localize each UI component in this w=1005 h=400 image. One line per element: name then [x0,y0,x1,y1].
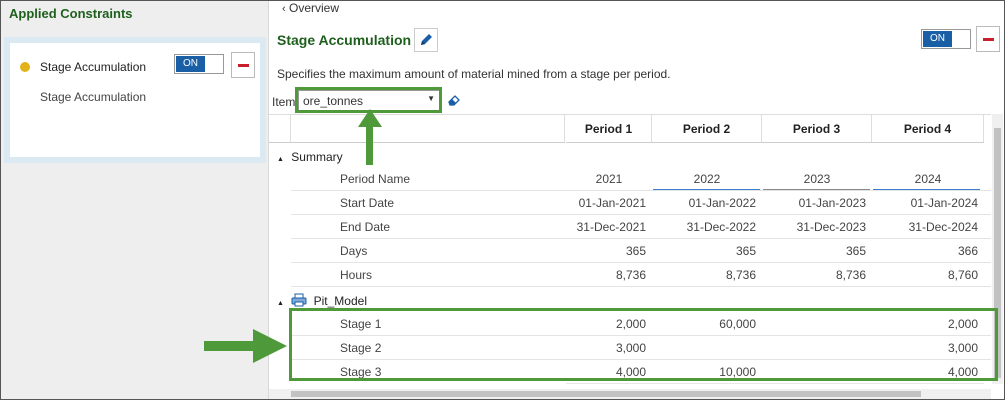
row-label: Start Date [340,196,395,210]
cell[interactable]: 31-Dec-2023 [762,215,872,239]
right-arrow-icon [253,329,287,363]
constraint-toggle[interactable]: ON [174,54,224,74]
eraser-icon[interactable] [447,94,461,106]
status-dot-icon [20,62,30,72]
cell[interactable]: 2022 [652,167,762,191]
row-divider [291,286,991,287]
cell[interactable]: 365 [566,239,652,263]
cell[interactable]: 31-Dec-2022 [652,215,762,239]
cell[interactable]: 8,760 [872,263,984,287]
table-row: Period Name 2021 2022 2023 2024 [269,167,991,191]
minus-icon [238,64,249,67]
horizontal-scrollbar[interactable] [269,389,991,399]
row-label: Hours [340,268,373,282]
applied-constraints-title: Applied Constraints [9,6,133,21]
constraint-card-selection: Stage Accumulation Stage Accumulation ON [4,37,266,163]
chevron-left-icon: ‹ [282,3,286,15]
cell[interactable]: 2024 [872,167,984,191]
back-label: Overview [289,1,340,15]
table-row: End Date 31-Dec-2021 31-Dec-2022 31-Dec-… [269,215,991,239]
column-header-period-1[interactable]: Period 1 [566,115,652,143]
table-row: Start Date 01-Jan-2021 01-Jan-2022 01-Ja… [269,191,991,215]
pencil-icon [421,34,432,45]
summary-group[interactable]: ▲ Summary [277,150,343,164]
item-label: Item [272,95,296,109]
cell[interactable]: 2023 [762,167,872,191]
column-header-period-4[interactable]: Period 4 [872,115,984,143]
minus-icon [983,38,994,41]
cell[interactable]: 8,736 [762,263,872,287]
cell[interactable]: 2021 [566,167,652,191]
cell[interactable]: 365 [652,239,762,263]
pit-model-group[interactable]: ▲ Pit_Model [277,293,367,308]
main-remove-button[interactable] [976,26,1000,52]
constraint-name: Stage Accumulation [40,60,147,74]
cell[interactable]: 8,736 [652,263,762,287]
main-toggle[interactable]: ON [921,29,971,49]
constraint-subtitle: Stage Accumulation [40,90,147,104]
horizontal-scroll-thumb[interactable] [291,391,921,397]
table-row: Hours 8,736 8,736 8,736 8,760 [269,263,991,287]
cell[interactable]: 366 [872,239,984,263]
cell[interactable]: 31-Dec-2021 [566,215,652,239]
collapse-icon: ▲ [277,300,284,307]
column-header-period-2[interactable]: Period 2 [652,115,762,143]
row-header-spacer [269,115,291,143]
column-header-period-3[interactable]: Period 3 [762,115,872,143]
window-frame: Applied Constraints Stage Accumulation S… [0,0,1005,400]
description: Specifies the maximum amount of material… [277,67,671,81]
cell[interactable]: 365 [762,239,872,263]
constraint-card[interactable]: Stage Accumulation Stage Accumulation ON [10,43,260,157]
up-arrow-icon [358,109,382,127]
edit-button[interactable] [414,28,438,52]
cell[interactable]: 01-Jan-2022 [652,191,762,215]
cell[interactable]: 8,736 [566,263,652,287]
page-title: Stage Accumulation [277,32,412,48]
pit-model-group-label: Pit_Model [313,294,367,308]
cell[interactable]: 01-Jan-2023 [762,191,872,215]
cell[interactable]: 01-Jan-2024 [872,191,984,215]
cell[interactable]: 01-Jan-2021 [566,191,652,215]
label-column-header [291,115,565,143]
stages-highlight-box [289,308,998,381]
table-row: Days 365 365 365 366 [269,239,991,263]
row-label: Period Name [340,172,411,186]
row-label: End Date [340,220,391,234]
collapse-icon: ▲ [277,156,284,163]
summary-group-label: Summary [291,150,343,164]
toggle-on-label: ON [176,56,205,72]
remove-constraint-button[interactable] [231,52,255,78]
printer-icon [291,293,307,307]
cell[interactable]: 31-Dec-2024 [872,215,984,239]
right-arrow-shaft [204,341,256,351]
row-label: Days [340,244,368,258]
back-to-overview-link[interactable]: ‹ Overview [282,1,339,15]
up-arrow-shaft [366,125,373,165]
main-toggle-on-label: ON [923,31,952,47]
